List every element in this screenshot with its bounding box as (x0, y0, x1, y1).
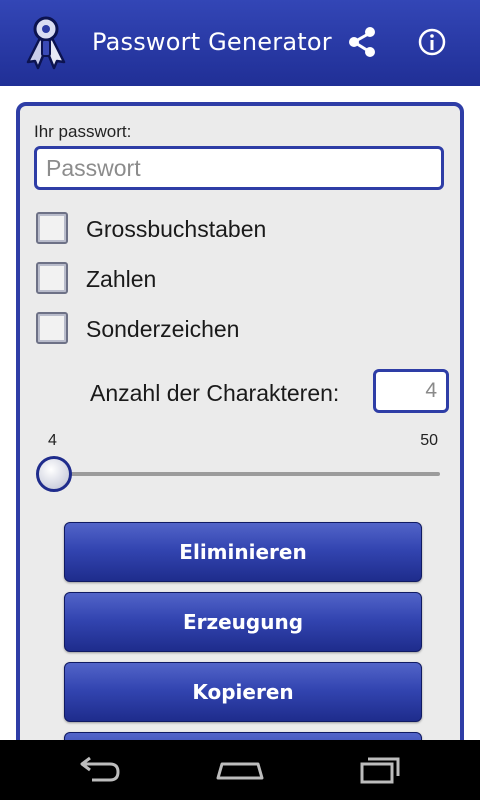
share-icon[interactable] (342, 22, 382, 62)
option-numbers[interactable]: Zahlen (34, 260, 434, 300)
slider-track (52, 472, 440, 476)
numbers-label: Zahlen (86, 266, 157, 292)
option-special-chars[interactable]: Sonderzeichen (34, 310, 434, 350)
back-icon[interactable] (70, 750, 130, 790)
generate-button[interactable]: Erzeugung (64, 592, 422, 652)
app-title: Passwort Generator (92, 28, 332, 56)
uppercase-checkbox[interactable] (36, 212, 68, 244)
character-count-input[interactable] (373, 369, 449, 413)
slider-thumb[interactable] (36, 456, 72, 492)
slider-min-label: 4 (48, 432, 57, 449)
action-bar: Passwort Generator (0, 0, 480, 86)
uppercase-label: Grossbuchstaben (86, 216, 267, 242)
character-count-label: Anzahl der Charakteren: (90, 380, 340, 406)
info-icon[interactable] (412, 22, 452, 62)
numbers-checkbox[interactable] (36, 262, 68, 294)
special-chars-checkbox[interactable] (36, 312, 68, 344)
home-icon[interactable] (210, 750, 270, 790)
recent-apps-icon[interactable] (350, 750, 410, 790)
option-uppercase[interactable]: Grossbuchstaben (34, 210, 434, 250)
password-input[interactable] (34, 146, 444, 190)
length-slider[interactable] (36, 454, 440, 494)
password-label: Ihr passwort: (34, 122, 132, 141)
navigation-bar (0, 740, 480, 800)
special-chars-label: Sonderzeichen (86, 316, 240, 342)
slider-max-label: 50 (420, 432, 438, 449)
eliminate-button[interactable]: Eliminieren (64, 522, 422, 582)
key-ribbon-logo-icon (18, 12, 74, 72)
copy-button[interactable]: Kopieren (64, 662, 422, 722)
generator-panel: Ihr passwort: Grossbuchstaben Zahlen Son… (16, 102, 464, 792)
